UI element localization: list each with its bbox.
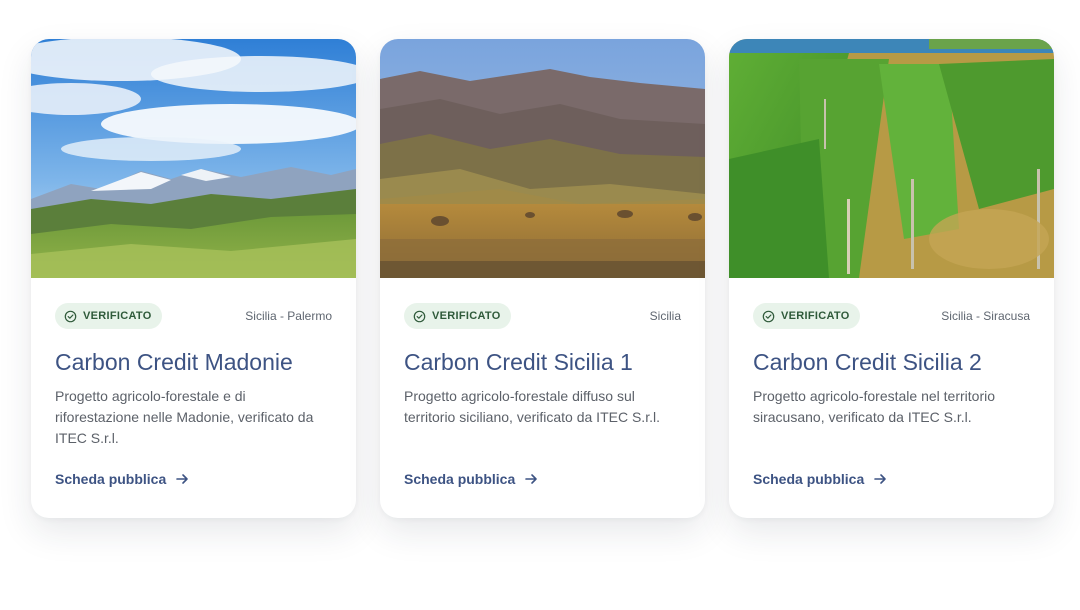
verified-badge-label: VERIFICATO <box>432 310 501 322</box>
project-title: Carbon Credit Sicilia 1 <box>404 349 633 375</box>
public-sheet-link[interactable]: Scheda pubblica <box>404 471 538 487</box>
public-sheet-link-label: Scheda pubblica <box>753 471 865 487</box>
project-description: Progetto agricolo-forestale diffuso sul … <box>404 388 660 425</box>
project-description: Progetto agricolo-forestale e di rifores… <box>55 388 314 446</box>
project-card: VERIFICATO Sicilia - Palermo Carbon Cred… <box>31 39 356 518</box>
public-sheet-link[interactable]: Scheda pubblica <box>753 471 887 487</box>
project-card-list: VERIFICATO Sicilia - Palermo Carbon Cred… <box>31 39 1054 518</box>
arrow-right-icon <box>176 474 189 484</box>
public-sheet-link-label: Scheda pubblica <box>55 471 167 487</box>
project-image <box>31 39 356 278</box>
project-card: VERIFICATO Sicilia - Siracusa Carbon Cre… <box>729 39 1054 518</box>
check-circle-icon <box>64 310 77 322</box>
project-image <box>729 39 1054 278</box>
project-title: Carbon Credit Sicilia 2 <box>753 349 982 375</box>
project-description: Progetto agricolo-forestale nel territor… <box>753 388 996 425</box>
arrow-right-icon <box>525 474 538 484</box>
arrow-right-icon <box>874 474 887 484</box>
project-location: Sicilia <box>649 309 681 323</box>
project-card: VERIFICATO Sicilia Carbon Credit Sicilia… <box>380 39 705 518</box>
project-title: Carbon Credit Madonie <box>55 349 293 375</box>
public-sheet-link-label: Scheda pubblica <box>404 471 516 487</box>
project-image <box>380 39 705 278</box>
project-location: Sicilia - Palermo <box>245 309 332 323</box>
check-circle-icon <box>413 310 426 322</box>
verified-badge: VERIFICATO <box>404 303 511 329</box>
verified-badge: VERIFICATO <box>55 303 162 329</box>
verified-badge-label: VERIFICATO <box>781 310 850 322</box>
verified-badge-label: VERIFICATO <box>83 310 152 322</box>
public-sheet-link[interactable]: Scheda pubblica <box>55 471 189 487</box>
check-circle-icon <box>762 310 775 322</box>
verified-badge: VERIFICATO <box>753 303 860 329</box>
project-location: Sicilia - Siracusa <box>941 309 1030 323</box>
